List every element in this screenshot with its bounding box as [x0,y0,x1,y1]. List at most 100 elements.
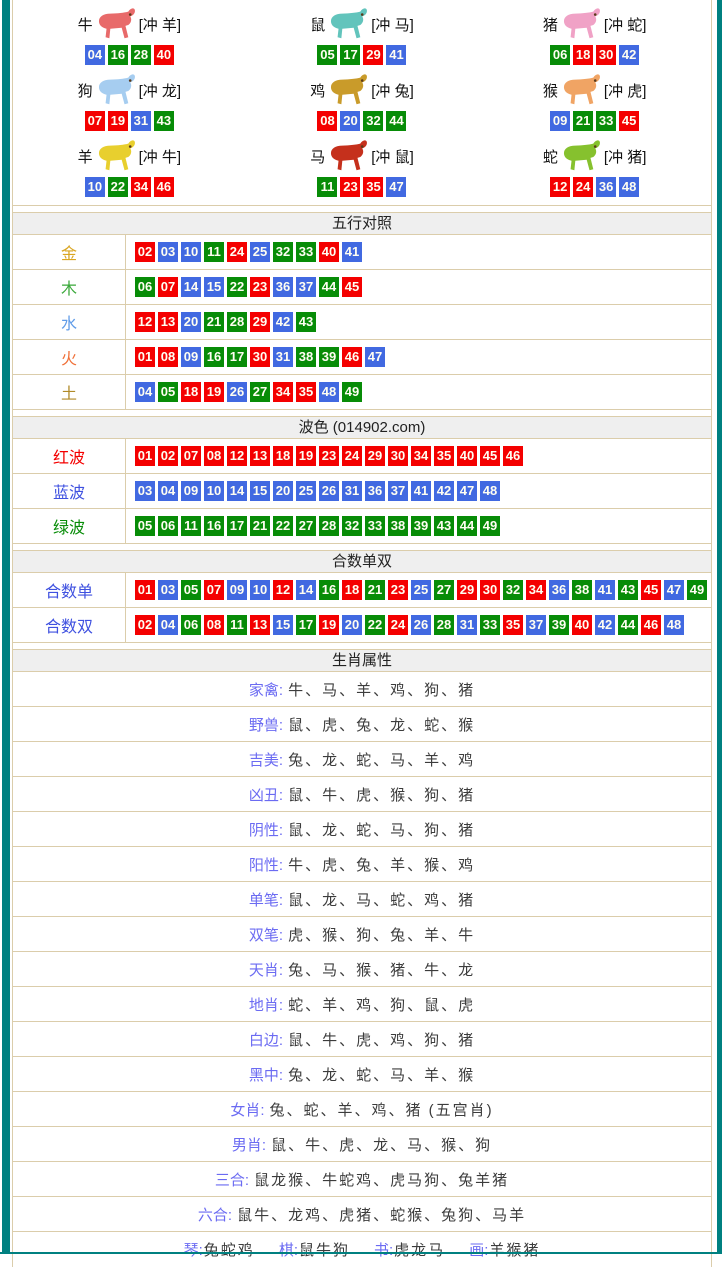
number-ball-33: 33 [480,615,500,635]
attribute-row: 男肖:鼠、牛、虎、龙、马、猴、狗 [13,1127,711,1162]
number-ball-18: 18 [342,580,362,600]
number-ball-41: 41 [595,580,615,600]
attribute-label: 吉美: [249,749,283,770]
number-ball-25: 25 [411,580,431,600]
number-ball-16: 16 [204,347,224,367]
number-ball-18: 18 [181,382,201,402]
number-ball-29: 29 [363,45,383,65]
board: 牛[冲 羊]04162840鼠[冲 马]05172941猪[冲 蛇]061830… [12,0,712,1267]
attribute-value: 兔、蛇、羊、鸡、猪 (五宫肖) [270,1099,494,1120]
number-ball-43: 43 [296,312,316,332]
number-ball-06: 06 [135,277,155,297]
attribute-label: 黑中: [249,1064,283,1085]
number-ball-07: 07 [85,111,105,131]
table-row: 火0108091617303138394647 [13,340,711,375]
attribute-row: 单笔:鼠、龙、马、蛇、鸡、猪 [13,882,711,917]
number-ball-33: 33 [365,516,385,536]
number-ball-15: 15 [204,277,224,297]
number-ball-45: 45 [480,446,500,466]
number-ball-17: 17 [340,45,360,65]
number-ball-36: 36 [273,277,293,297]
zodiac-cell-goat: 羊[冲 牛]10223446 [13,135,246,201]
zodiac-clash-label: [冲 蛇] [604,14,647,35]
number-ball-32: 32 [273,242,293,262]
attribute-label: 凶丑: [249,784,283,805]
zodiac-cell-ox: 牛[冲 羊]04162840 [13,3,246,69]
bose-rows: 红波0102070812131819232429303435404546蓝波03… [13,439,711,544]
row-label: 合数双 [13,608,125,642]
number-ball-13: 13 [158,312,178,332]
horse-image [327,138,369,174]
number-ball-46: 46 [641,615,661,635]
number-ball-29: 29 [250,312,270,332]
number-ball-14: 14 [181,277,201,297]
number-ball-02: 02 [158,446,178,466]
number-ball-19: 19 [204,382,224,402]
number-ball-27: 27 [434,580,454,600]
attribute-value: 兔、龙、蛇、马、羊、猴 [288,1064,475,1085]
section-title-bose: 波色 (014902.com) [13,416,711,439]
zodiac-clash-label: [冲 牛] [139,146,182,167]
number-ball-16: 16 [108,45,128,65]
number-ball-06: 06 [158,516,178,536]
attribute-label: 六合: [198,1204,232,1225]
wuxing-rows: 金02031011242532334041木060714152223363744… [13,235,711,410]
zodiac-number-list: 04162840 [13,45,246,65]
number-ball-31: 31 [342,481,362,501]
row-number-list: 0108091617303138394647 [125,340,711,374]
row-number-list: 06071415222336374445 [125,270,711,304]
number-ball-47: 47 [664,580,684,600]
number-ball-37: 37 [526,615,546,635]
number-ball-45: 45 [342,277,362,297]
zodiac-name: 蛇 [543,146,558,167]
attribute-value: 牛、虎、兔、羊、猴、鸡 [288,854,475,875]
footer-item: 棋:鼠牛狗 [279,1239,350,1260]
attribute-label: 地肖: [249,994,283,1015]
number-ball-17: 17 [227,516,247,536]
number-ball-37: 37 [388,481,408,501]
attribute-row: 凶丑:鼠、牛、虎、猴、狗、猪 [13,777,711,812]
number-ball-47: 47 [457,481,477,501]
number-ball-40: 40 [457,446,477,466]
attribute-row: 六合:鼠牛、龙鸡、虎猪、蛇猴、兔狗、马羊 [13,1197,711,1232]
attribute-value: 兔、龙、蛇、马、羊、鸡 [288,749,475,770]
number-ball-02: 02 [135,242,155,262]
number-ball-05: 05 [317,45,337,65]
attribute-value: 鼠、龙、蛇、马、狗、猪 [288,819,475,840]
footer-item-value: 鼠牛狗 [299,1239,350,1260]
zodiac-cell-dog: 狗[冲 龙]07193143 [13,69,246,135]
number-ball-09: 09 [550,111,570,131]
number-ball-12: 12 [550,177,570,197]
footer-item-value: 虎龙马 [394,1239,445,1260]
rat-image [327,6,369,42]
number-ball-08: 08 [204,615,224,635]
ox-image [95,6,137,42]
attribute-row: 阴性:鼠、龙、蛇、马、狗、猪 [13,812,711,847]
number-ball-49: 49 [687,580,707,600]
footer-item-label: 画: [469,1239,488,1260]
number-ball-25: 25 [296,481,316,501]
number-ball-26: 26 [319,481,339,501]
number-ball-34: 34 [131,177,151,197]
number-ball-47: 47 [386,177,406,197]
attribute-label: 双笔: [249,924,283,945]
number-ball-48: 48 [319,382,339,402]
number-ball-09: 09 [181,347,201,367]
attribute-label: 天肖: [249,959,283,980]
attribute-label: 女肖: [230,1099,264,1120]
number-ball-07: 07 [158,277,178,297]
attribute-value: 鼠、牛、虎、鸡、狗、猪 [288,1029,475,1050]
number-ball-15: 15 [273,615,293,635]
row-label: 绿波 [13,509,125,543]
attribute-row: 女肖: 兔、蛇、羊、鸡、猪 (五宫肖) [13,1092,711,1127]
zodiac-clash-label: [冲 龙] [139,80,182,101]
number-ball-38: 38 [388,516,408,536]
zodiac-cell-rat: 鼠[冲 马]05172941 [246,3,479,69]
zodiac-number-list: 09213345 [478,111,711,131]
row-label: 红波 [13,439,125,473]
number-ball-20: 20 [342,615,362,635]
number-ball-40: 40 [154,45,174,65]
number-ball-07: 07 [204,580,224,600]
number-ball-49: 49 [342,382,362,402]
zodiac-cell-snake: 蛇[冲 猪]12243648 [478,135,711,201]
